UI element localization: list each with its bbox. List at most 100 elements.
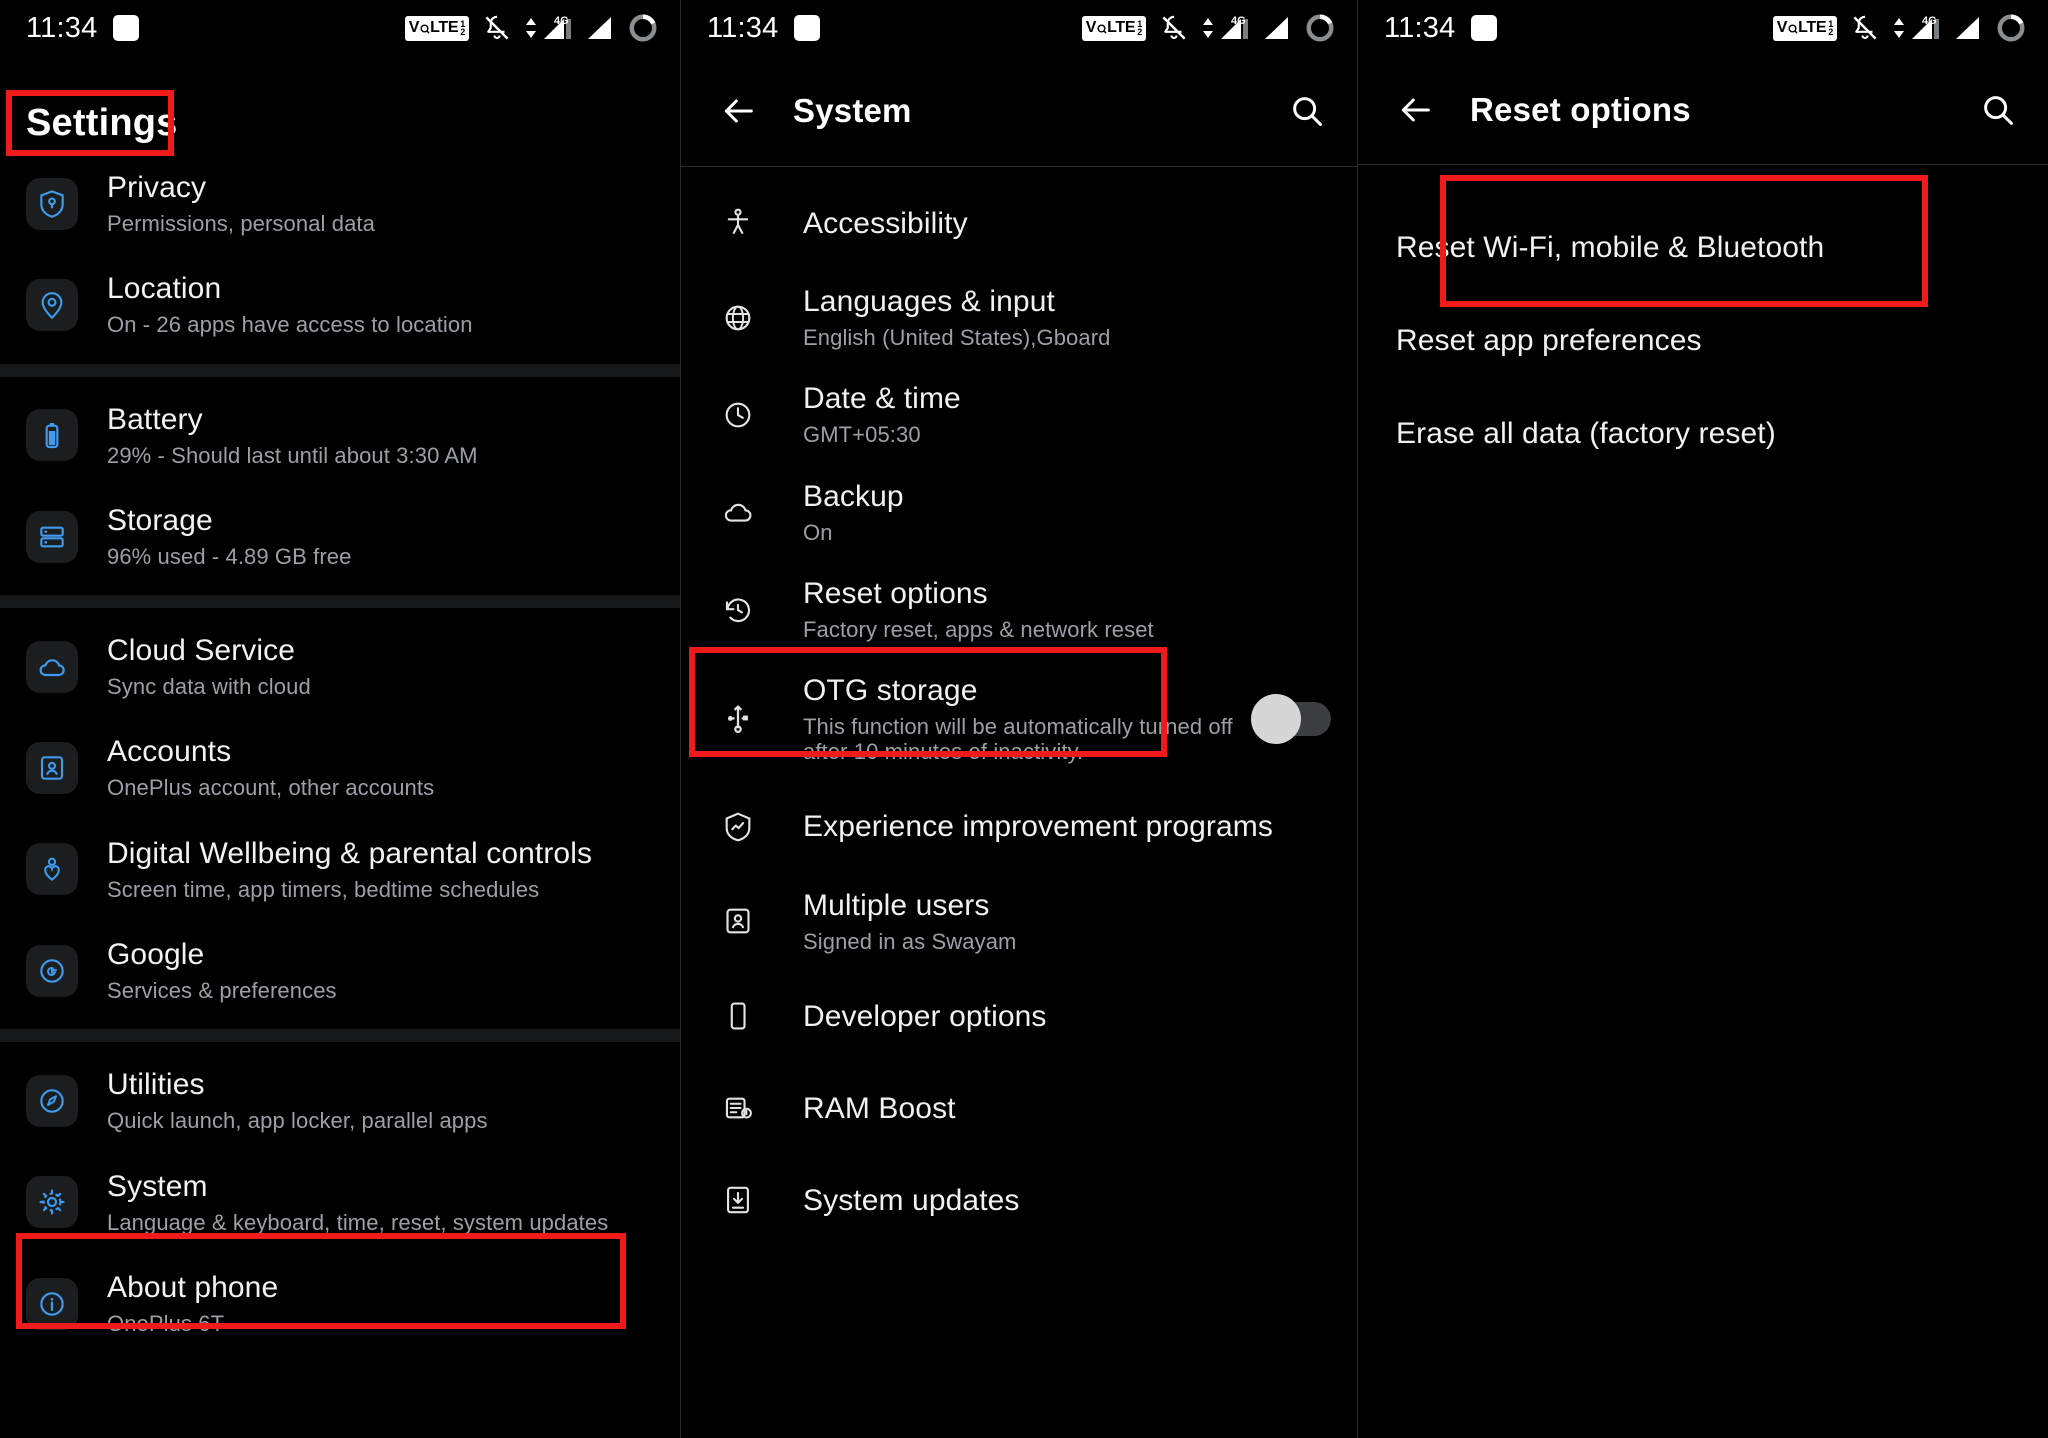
- settings-item-title: Storage: [107, 503, 213, 537]
- system-item-title: Date & time: [803, 382, 961, 416]
- settings-item-utilities[interactable]: Utilities Quick launch, app locker, para…: [0, 1050, 680, 1151]
- settings-item-privacy[interactable]: Privacy Permissions, personal data: [0, 153, 680, 254]
- back-arrow-icon[interactable]: [1388, 83, 1442, 137]
- system-item-title: Developer options: [803, 999, 1047, 1033]
- settings-item-subtitle: On - 26 apps have access to location: [107, 312, 473, 338]
- system-item-subtitle: This function will be automatically turn…: [803, 714, 1233, 765]
- system-item-title: RAM Boost: [803, 1091, 956, 1125]
- settings-item-storage[interactable]: Storage 96% used - 4.89 GB free: [0, 486, 680, 587]
- status-bar-clock: 11:34: [1384, 11, 1456, 44]
- search-icon[interactable]: [1283, 87, 1331, 135]
- otg-storage-toggle[interactable]: [1251, 694, 1331, 745]
- system-item-title: OTG storage: [803, 674, 978, 708]
- list-divider: [0, 363, 680, 377]
- utilities-icon: [26, 1075, 78, 1128]
- system-item-experience-improvement[interactable]: Experience improvement programs: [681, 781, 1357, 873]
- settings-item-system[interactable]: System Language & keyboard, time, reset,…: [0, 1152, 680, 1253]
- experience-chart-icon: [715, 804, 761, 850]
- settings-item-accounts[interactable]: Accounts OnePlus account, other accounts: [0, 717, 680, 818]
- settings-item-title: Location: [107, 272, 222, 306]
- settings-item-location[interactable]: Location On - 26 apps have access to loc…: [0, 254, 680, 355]
- screenshot-collage: 11:34 V LTE 12 4G Settings Privacy Permi…: [0, 0, 2048, 1438]
- system-list: Accessibility Languages & input English …: [681, 167, 1357, 1246]
- settings-item-title: Google: [107, 938, 205, 972]
- panel-reset-options: 11:34 V LTE 12 4G Reset options Reset Wi…: [1358, 0, 2048, 1438]
- settings-item-title: Accounts: [107, 735, 232, 769]
- notifications-muted-icon: [485, 15, 509, 40]
- search-icon[interactable]: [1974, 86, 2022, 134]
- settings-item-title: Cloud Service: [107, 634, 296, 668]
- notifications-muted-icon: [1853, 15, 1877, 40]
- volte-badge-icon: V LTE 12: [404, 15, 469, 41]
- settings-item-title: Utilities: [107, 1068, 205, 1102]
- settings-item-digital-wellbeing[interactable]: Digital Wellbeing & parental controls Sc…: [0, 819, 680, 920]
- system-item-subtitle: Signed in as Swayam: [803, 928, 1017, 954]
- system-item-reset-options[interactable]: Reset options Factory reset, apps & netw…: [681, 561, 1357, 658]
- system-item-multiple-users[interactable]: Multiple users Signed in as Swayam: [681, 873, 1357, 970]
- cloud-icon: [26, 640, 78, 693]
- svg-text:4G: 4G: [554, 15, 569, 27]
- location-pin-icon: [26, 278, 78, 331]
- settings-list: Privacy Permissions, personal data Locat…: [0, 145, 680, 1354]
- mobile-data-4g-icon: 4G: [525, 15, 572, 41]
- settings-item-title: About phone: [107, 1270, 279, 1304]
- system-item-subtitle: English (United States),Gboard: [803, 325, 1111, 350]
- status-bar-2: 11:34 V LTE 12 4G: [681, 0, 1357, 56]
- settings-item-google[interactable]: Google Services & preferences: [0, 920, 680, 1021]
- signal-bars-icon: [588, 17, 611, 39]
- volte-badge-icon: V LTE 12: [1081, 15, 1146, 41]
- settings-item-cloud-service[interactable]: Cloud Service Sync data with cloud: [0, 616, 680, 717]
- system-item-subtitle: GMT+05:30: [803, 422, 921, 448]
- panel-system: 11:34 V LTE 12 4G System Accessibility L…: [680, 0, 1358, 1438]
- reset-item-title: Reset Wi-Fi, mobile & Bluetooth: [1396, 231, 1825, 264]
- reset-item-reset-app-preferences[interactable]: Reset app preferences: [1358, 294, 2048, 387]
- reset-item-title: Erase all data (factory reset): [1396, 417, 1776, 450]
- wellbeing-heart-icon: [26, 843, 78, 896]
- battery-circle-icon: [1997, 14, 2025, 42]
- app-bar-reset-options: Reset options: [1358, 56, 2048, 164]
- settings-item-battery[interactable]: Battery 29% - Should last until about 3:…: [0, 385, 680, 486]
- system-item-date-time[interactable]: Date & time GMT+05:30: [681, 366, 1357, 463]
- page-title: Settings: [26, 102, 178, 144]
- mobile-data-4g-icon: 4G: [1893, 15, 1940, 41]
- system-item-title: Accessibility: [803, 206, 968, 240]
- reset-item-title: Reset app preferences: [1396, 324, 1702, 357]
- svg-text:4G: 4G: [1922, 15, 1937, 27]
- reset-item-erase-all-data[interactable]: Erase all data (factory reset): [1358, 387, 2048, 480]
- status-bar-icons: V LTE 12 4G: [1772, 13, 2026, 43]
- settings-item-title: Privacy: [107, 171, 207, 204]
- system-item-system-updates[interactable]: System updates: [681, 1154, 1357, 1246]
- settings-item-title: System: [107, 1169, 208, 1203]
- back-arrow-icon[interactable]: [711, 84, 765, 138]
- list-divider: [0, 595, 680, 609]
- settings-item-subtitle: Screen time, app timers, bedtime schedul…: [107, 876, 540, 902]
- settings-item-subtitle: OnePlus account, other accounts: [107, 775, 435, 801]
- toggle-knob: [1251, 694, 1301, 745]
- app-bar-title: Reset options: [1470, 91, 1691, 128]
- account-card-icon: [26, 742, 78, 795]
- system-item-languages-input[interactable]: Languages & input English (United States…: [681, 269, 1357, 366]
- battery-circle-icon: [1306, 14, 1334, 42]
- system-item-backup[interactable]: Backup On: [681, 464, 1357, 561]
- storage-icon: [26, 510, 78, 563]
- status-bar-3: 11:34 V LTE 12 4G: [1358, 0, 2048, 56]
- status-bar-icons: V LTE 12 4G: [404, 13, 658, 43]
- app-bar-system: System: [681, 56, 1357, 166]
- system-item-otg-storage[interactable]: OTG storage This function will be automa…: [681, 658, 1357, 781]
- white-square-icon: [113, 15, 140, 41]
- system-item-developer-options[interactable]: Developer options: [681, 970, 1357, 1062]
- system-item-title: Reset options: [803, 576, 988, 610]
- gear-icon: [26, 1176, 78, 1229]
- battery-circle-icon: [629, 14, 657, 42]
- shield-key-icon: [26, 177, 78, 230]
- system-item-accessibility[interactable]: Accessibility: [681, 177, 1357, 269]
- settings-item-about-phone[interactable]: About phone OnePlus 6T: [0, 1253, 680, 1354]
- settings-item-subtitle: 29% - Should last until about 3:30 AM: [107, 442, 478, 468]
- history-reset-icon: [715, 587, 761, 633]
- reset-item-reset-wifi-mobile-bluetooth[interactable]: Reset Wi-Fi, mobile & Bluetooth: [1358, 201, 2048, 294]
- multiple-users-icon: [715, 898, 761, 944]
- notifications-muted-icon: [1162, 15, 1186, 40]
- white-square-icon: [794, 15, 821, 41]
- white-square-icon: [1471, 15, 1498, 41]
- system-item-ram-boost[interactable]: RAM Boost: [681, 1062, 1357, 1154]
